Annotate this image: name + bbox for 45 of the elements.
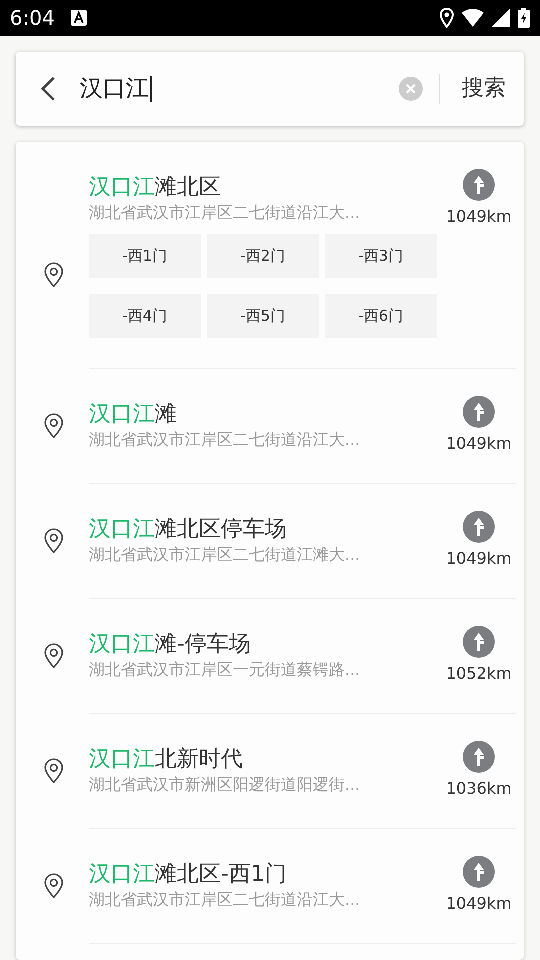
signal-icon [492,9,510,27]
location-icon [440,8,454,28]
result-title[interactable]: 汉口江北新时代 [89,746,442,774]
distance: 1036km [446,778,512,800]
distance: 1049km [446,893,512,915]
result-title[interactable]: 汉口江滩北区-西1门 [89,861,442,889]
entrance-button[interactable]: -西3门 [325,234,437,278]
distance: 1049km [446,433,512,455]
location-pin-icon [44,528,64,554]
navigation-icon[interactable] [463,626,495,658]
location-pin-icon [44,643,64,669]
location-pin-icon [44,413,64,439]
entrance-button[interactable]: -西1门 [89,234,201,278]
result-title[interactable]: 汉口江滩北区 [89,174,442,202]
result-title[interactable]: 汉口江滩 [89,401,442,429]
result-title[interactable]: 汉口江滩-停车场 [89,631,442,659]
result-address: 湖北省武汉市江岸区二七街道沿江大... [89,429,362,451]
location-pin-icon [44,873,64,899]
search-field[interactable]: 汉口江 [80,76,152,102]
result-address: 湖北省武汉市江岸区二七街道江滩大... [89,544,362,566]
result-address: 湖北省武汉市江岸区一元街道蔡锷路... [89,659,362,681]
search-button[interactable]: 搜索 [439,74,524,104]
status-time: 6:04 [10,5,55,32]
navigation-icon[interactable] [463,511,495,543]
wifi-icon [462,9,484,27]
entrance-button[interactable]: -西4门 [89,294,201,338]
navigation-icon[interactable] [463,856,495,888]
result-title[interactable]: 汉口江滩北区停车场 [89,516,442,544]
distance: 1049km [446,206,512,228]
location-pin-icon [44,262,64,288]
result-address: 湖北省武汉市江岸区二七街道沿江大... [89,202,362,224]
back-icon[interactable] [40,76,56,102]
navigation-icon[interactable] [463,169,495,201]
distance: 1049km [446,548,512,570]
entrance-button[interactable]: -西6门 [325,294,437,338]
navigation-icon[interactable] [463,396,495,428]
keyboard-icon [70,10,87,26]
entrance-button[interactable]: -西2门 [207,234,319,278]
result-address: 湖北省武汉市新洲区阳逻街道阳逻街... [89,774,362,796]
location-pin-icon [44,758,64,784]
battery-icon [518,8,530,28]
distance: 1052km [446,663,512,685]
entrance-button[interactable]: -西5门 [207,294,319,338]
result-address: 湖北省武汉市江岸区二七街道沿江大... [89,889,362,911]
navigation-icon[interactable] [463,741,495,773]
